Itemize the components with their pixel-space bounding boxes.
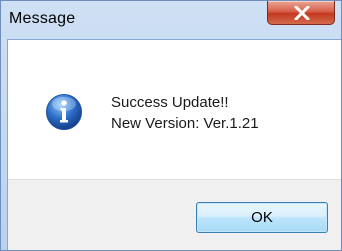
message-text: Success Update!! New Version: Ver.1.21 [111, 92, 259, 134]
close-button[interactable] [267, 1, 335, 25]
message-line-2: New Version: Ver.1.21 [111, 115, 259, 132]
message-dialog: Message Success Update!! New Version: Ve… [0, 0, 342, 251]
window-title: Message [9, 10, 76, 27]
ok-button[interactable]: OK [196, 202, 328, 233]
close-icon [294, 6, 310, 20]
title-bar[interactable]: Message [1, 1, 341, 39]
message-line-1: Success Update!! [111, 94, 229, 111]
information-icon [46, 94, 82, 130]
